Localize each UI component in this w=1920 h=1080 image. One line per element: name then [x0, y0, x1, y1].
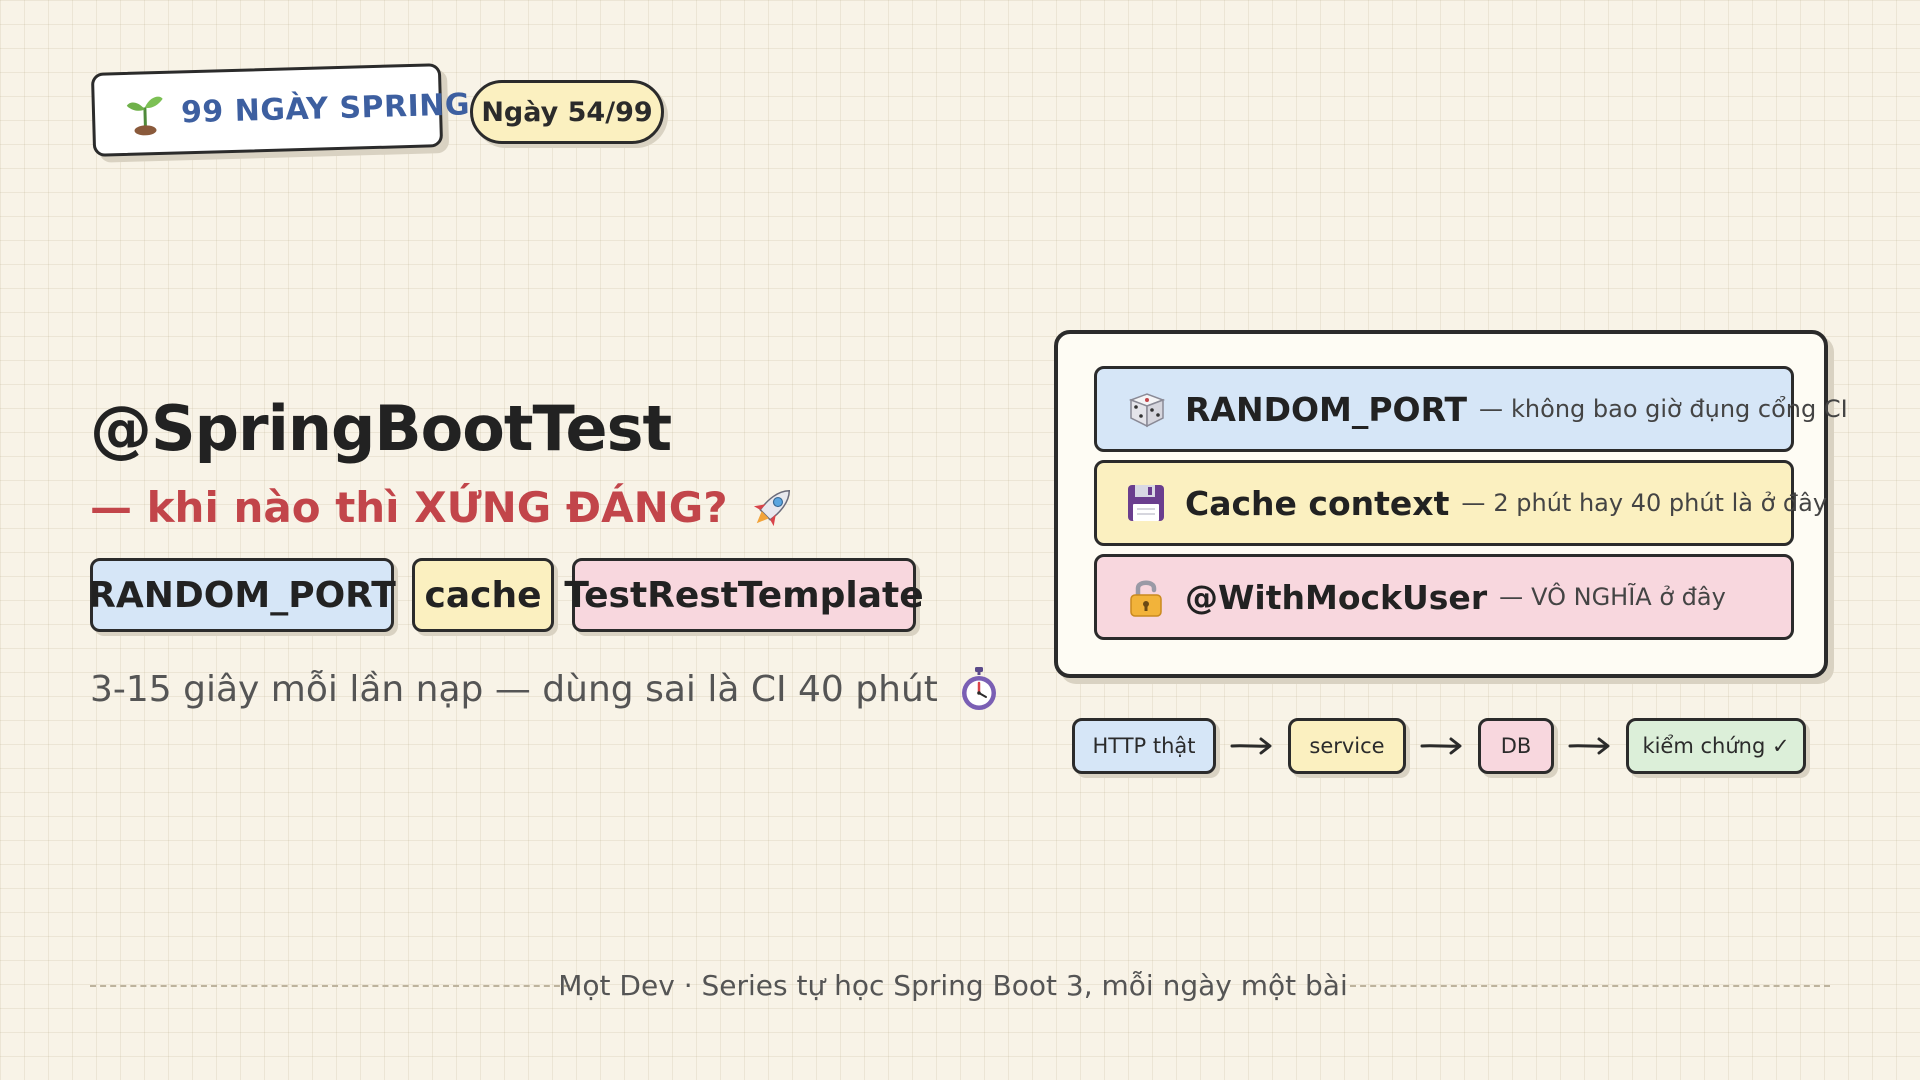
tag-testresttemplate: TestRestTemplate — [564, 558, 924, 632]
sprout-icon — [126, 96, 163, 136]
padlock-icon — [1130, 580, 1162, 617]
card-row-dash: — — [1479, 395, 1504, 423]
stopwatch-icon — [961, 667, 996, 710]
card-row-dash: — — [1461, 489, 1486, 517]
card-row-withmockuser: @WithMockUser — VÔ NGHĨA ở đây — [1094, 554, 1794, 640]
footer-text: Mọt Dev · Series tự học Spring Boot 3, m… — [558, 968, 1348, 1002]
tag-cache: cache — [412, 558, 554, 632]
feature-card: RANDOM_PORT — không bao giờ đụng cổng CI… — [1054, 330, 1848, 678]
series-badge: 99 NGÀY SPRING — [90, 63, 470, 157]
day-label: Ngày 54/99 — [481, 96, 653, 128]
flow-step-http: HTTP thật — [1072, 718, 1216, 774]
series-label: 99 NGÀY SPRING — [180, 86, 471, 130]
timing-note-text: 3-15 giây mỗi lần nạp — dùng sai là CI 4… — [90, 668, 938, 710]
card-row-title: Cache context — [1185, 483, 1450, 523]
rocket-icon — [753, 489, 790, 527]
footer: Mọt Dev · Series tự học Spring Boot 3, m… — [558, 966, 1347, 1004]
flow-step-verify: kiểm chứng ✓ — [1626, 718, 1806, 774]
card-row-title: @WithMockUser — [1185, 577, 1488, 617]
card-row-desc: 2 phút hay 40 phút là ở đây — [1493, 489, 1828, 517]
subtitle: — khi nào thì XỨNG ĐÁNG? — [90, 480, 800, 534]
footer-divider-right — [1350, 985, 1830, 987]
subtitle-text: — khi nào thì XỨNG ĐÁNG? — [90, 482, 728, 532]
day-badge: Ngày 54/99 — [470, 80, 664, 144]
timing-note: 3-15 giây mỗi lần nạp — dùng sai là CI 4… — [90, 666, 1000, 712]
flow-step-db: DB — [1478, 718, 1554, 774]
floppy-disk-icon — [1128, 485, 1164, 521]
request-flow: HTTP thật service DB kiểm chứng ✓ — [1072, 718, 1806, 774]
page-title: @SpringBootTest — [90, 392, 672, 465]
flow-step-service: service — [1288, 718, 1406, 774]
tag-list: RANDOM_PORT cache TestRestTemplate — [88, 558, 924, 632]
card-row-cache-context: Cache context — 2 phút hay 40 phút là ở … — [1094, 460, 1827, 546]
tag-random-port: RANDOM_PORT — [88, 558, 396, 632]
card-row-title: RANDOM_PORT — [1185, 389, 1468, 429]
arrow-right-icon — [1554, 731, 1626, 761]
arrow-right-icon — [1406, 731, 1478, 761]
card-row-random-port: RANDOM_PORT — không bao giờ đụng cổng CI — [1094, 366, 1848, 452]
card-row-dash: — — [1499, 583, 1524, 611]
arrow-right-icon — [1216, 731, 1288, 761]
dice-icon — [1128, 393, 1166, 428]
card-row-desc: VÔ NGHĨA ở đây — [1531, 583, 1726, 611]
card-row-desc: không bao giờ đụng cổng CI — [1511, 395, 1848, 423]
footer-divider-left — [90, 985, 570, 987]
